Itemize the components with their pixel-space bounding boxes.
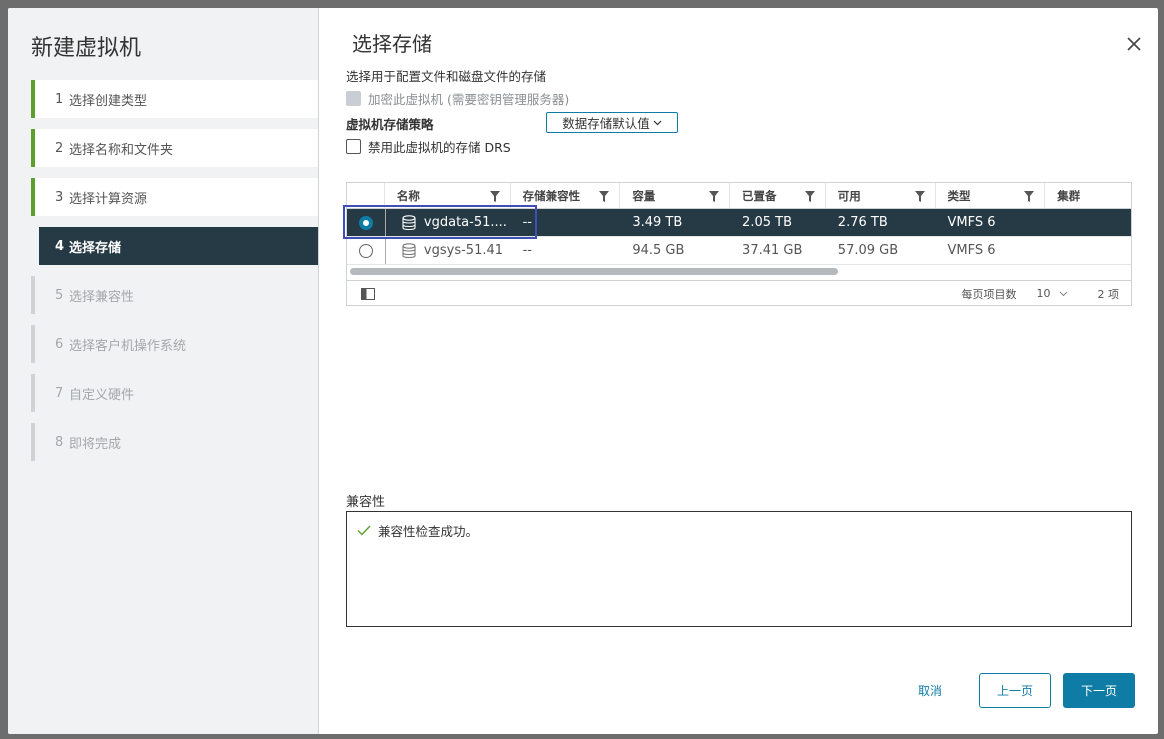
filter-icon[interactable]: [1024, 191, 1035, 202]
storage-policy-select[interactable]: 数据存储默认值: [546, 112, 678, 133]
check-icon: [357, 525, 371, 536]
col-cluster[interactable]: 集群: [1045, 183, 1131, 208]
compat-message: 兼容性检查成功。: [357, 521, 478, 540]
step-4[interactable]: 4 选择存储: [39, 227, 318, 265]
row-radio[interactable]: [359, 243, 373, 258]
item-count: 2 项: [1097, 287, 1120, 301]
filter-icon[interactable]: [709, 191, 720, 202]
cancel-button[interactable]: 取消: [905, 673, 955, 708]
horizontal-scrollbar[interactable]: [350, 268, 838, 275]
close-icon[interactable]: [1126, 36, 1142, 52]
compat-box: 兼容性检查成功。: [346, 511, 1132, 627]
drs-label: 禁用此虚拟机的存储 DRS: [368, 140, 511, 155]
wizard-title: 新建虚拟机: [31, 36, 142, 61]
drs-checkbox[interactable]: [346, 139, 361, 154]
next-button[interactable]: 下一页: [1063, 673, 1135, 708]
col-compat[interactable]: 存储兼容性: [511, 183, 621, 208]
step-3[interactable]: 3 选择计算资源: [31, 178, 318, 216]
filter-icon[interactable]: [599, 191, 610, 202]
filter-icon[interactable]: [489, 191, 500, 202]
step-7: 7 自定义硬件: [31, 374, 318, 412]
filter-icon[interactable]: [914, 191, 925, 202]
datastore-grid: 名称 存储兼容性 容量 已置备 可用 类型 集群 vgdata-51.... -…: [346, 182, 1132, 306]
col-type[interactable]: 类型: [936, 183, 1046, 208]
col-name[interactable]: 名称: [385, 183, 511, 208]
wizard-steps: 1 选择创建类型 2 选择名称和文件夹 3 选择计算资源 4 选择存储 5 选择兼容性 6…: [31, 80, 318, 472]
chevron-down-icon: [1059, 291, 1067, 296]
per-page-label: 每页项目数: [961, 287, 1017, 301]
compat-title: 兼容性: [346, 495, 386, 510]
col-provisioned[interactable]: 已置备: [730, 183, 826, 208]
step-6: 6 选择客户机操作系统: [31, 325, 318, 363]
new-vm-dialog: 新建虚拟机 1 选择创建类型 2 选择名称和文件夹 3 选择计算资源 4 选择存储 5选…: [8, 8, 1158, 734]
per-page-select[interactable]: 10: [1037, 287, 1068, 300]
encrypt-option: 加密此虚拟机 (需要密钥管理服务器): [346, 89, 569, 108]
encrypt-checkbox: [346, 91, 361, 106]
drs-option[interactable]: 禁用此虚拟机的存储 DRS: [346, 137, 511, 156]
datastore-icon: [402, 242, 416, 258]
table-row[interactable]: vgsys-51.41 -- 94.5 GB 37.41 GB 57.09 GB…: [347, 237, 1131, 265]
grid-footer: 每页项目数 10 2 项: [347, 280, 1131, 305]
col-select: [347, 183, 385, 208]
datastore-icon: [402, 214, 416, 230]
step-8: 8 即将完成: [31, 423, 318, 461]
policy-label: 虚拟机存储策略: [346, 117, 434, 132]
step-5: 5 选择兼容性: [31, 276, 318, 314]
step-2[interactable]: 2 选择名称和文件夹: [31, 129, 318, 167]
filter-icon[interactable]: [804, 191, 815, 202]
storage-subtitle: 选择用于配置文件和磁盘文件的存储: [346, 69, 547, 84]
column-toggle-icon[interactable]: [361, 287, 375, 300]
col-capacity[interactable]: 容量: [620, 183, 731, 208]
table-row[interactable]: vgdata-51.... -- 3.49 TB 2.05 TB 2.76 TB…: [347, 209, 1131, 237]
col-free[interactable]: 可用: [826, 183, 936, 208]
chevron-down-icon: [653, 120, 662, 125]
wizard-main: 选择存储 选择用于配置文件和磁盘文件的存储 加密此虚拟机 (需要密钥管理服务器)…: [319, 8, 1158, 734]
encrypt-label: 加密此虚拟机 (需要密钥管理服务器): [368, 92, 570, 107]
back-button[interactable]: 上一页: [979, 673, 1051, 708]
grid-header: 名称 存储兼容性 容量 已置备 可用 类型 集群: [347, 183, 1131, 209]
page-title: 选择存储: [352, 32, 432, 56]
wizard-sidebar: 新建虚拟机 1 选择创建类型 2 选择名称和文件夹 3 选择计算资源 4 选择存储 5选…: [8, 8, 319, 734]
step-1[interactable]: 1 选择创建类型: [31, 80, 318, 118]
row-radio[interactable]: [359, 215, 373, 230]
